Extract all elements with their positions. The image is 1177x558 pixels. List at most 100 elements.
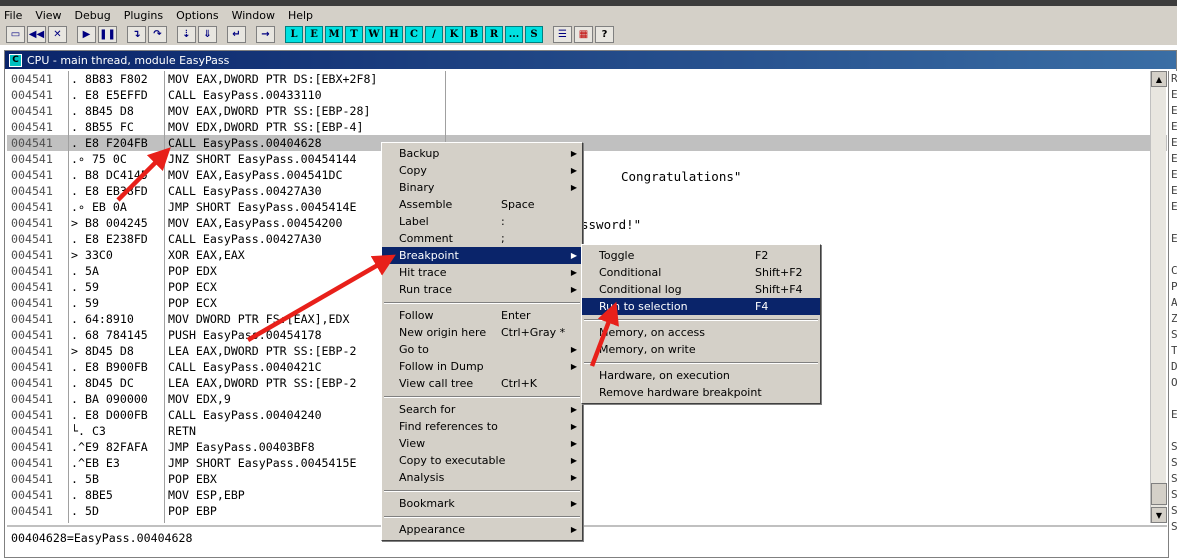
menu-plugins[interactable]: Plugins [124,9,163,22]
help-icon[interactable]: ? [595,25,614,43]
menu-item-conditional[interactable]: Conditional Shift+F2 [582,264,820,281]
references-button[interactable]: R [485,25,503,43]
address: 004541 [11,232,53,246]
menu-item-hardware-on-execution[interactable]: Hardware, on execution [582,367,820,384]
hex-dump: . E8 D000FB [71,408,148,422]
address: 004541 [11,424,53,438]
handles-button[interactable]: H [385,25,403,43]
menu-item-toggle[interactable]: Toggle F2 [582,247,820,264]
disasm-row[interactable]: 004541 . E8 E5EFFD CALL EasyPass.00433110 [7,87,1167,103]
disasm-row[interactable]: 004541. E8 D000FB CALL EasyPass.00404240 [7,407,1167,423]
menu-item-find-references-to[interactable]: Find references to ▶ [382,418,582,435]
disasm-row[interactable]: 004541 .^E9 82FAFA JMP EasyPass.00403BF8 [7,439,1167,455]
menu-item-conditional-log[interactable]: Conditional log Shift+F4 [582,281,820,298]
disasm-row[interactable]: 004541. E8 F204FB CALL EasyPass.00404628 [7,135,1167,151]
menu-item-follow[interactable]: Follow Enter [382,307,582,324]
disasm-row[interactable]: 004541. E8 EB38FD CALL EasyPass.00427A30 [7,183,1167,199]
go-to-icon[interactable]: → [256,25,275,43]
disasm-row[interactable]: 004541. 5D POP EBP [7,503,1167,519]
cpu-button[interactable]: C [405,25,423,43]
menu-options[interactable]: Options [176,9,218,22]
menu-item-go-to[interactable]: Go to ▶ [382,341,582,358]
patches-button[interactable]: / [425,25,443,43]
menu-item-search-for[interactable]: Search for ▶ [382,401,582,418]
trace-over-icon[interactable]: ⇓ [198,25,217,43]
run-trace-button[interactable]: ... [505,25,523,43]
menu-item-follow-in-dump[interactable]: Follow in Dump ▶ [382,358,582,375]
scroll-thumb[interactable] [1151,483,1167,505]
executable-modules-button[interactable]: E [305,25,323,43]
menu-item-bookmark[interactable]: Bookmark ▶ [382,495,582,512]
execute-till-return-icon[interactable]: ↵ [227,25,246,43]
rewind-icon[interactable]: ◀◀ [27,25,46,43]
menu-item-label: New origin here [399,326,487,339]
memory-map-button[interactable]: M [325,25,343,43]
call-stack-button[interactable]: K [445,25,463,43]
register-label: E [1171,184,1177,197]
menu-help[interactable]: Help [288,9,313,22]
menu-item-memory-on-write[interactable]: Memory, on write [582,341,820,358]
menu-item-new-origin-here[interactable]: New origin here Ctrl+Gray * [382,324,582,341]
menu-item-binary[interactable]: Binary ▶ [382,179,582,196]
step-over-icon[interactable]: ↷ [148,25,167,43]
menu-separator [382,512,582,521]
menu-item-assemble[interactable]: Assemble Space [382,196,582,213]
disasm-row[interactable]: 004541 └. C3 RETN [7,423,1167,439]
pause-icon[interactable]: ❚❚ [98,25,117,43]
menu-view[interactable]: View [35,9,61,22]
menu-item-run-to-selection[interactable]: Run to selection F4 [582,298,820,315]
disasm-row[interactable]: 004541 . 8B83 F802 MOV EAX,DWORD PTR DS:[E… [7,71,1167,87]
open-icon[interactable]: ▭ [6,25,25,43]
hex-dump: .∘ 75 0C [71,152,127,166]
source-button[interactable]: S [525,25,543,43]
trace-into-icon[interactable]: ⇣ [177,25,196,43]
menu-item-breakpoint[interactable]: Breakpoint ▶ [382,247,582,264]
run-icon[interactable]: ▶ [77,25,96,43]
threads-button[interactable]: T [345,25,363,43]
windows-button[interactable]: W [365,25,383,43]
registers-pane[interactable]: REEEEEEEEECPAZSTDOESSSSSS [1168,71,1177,558]
close-icon[interactable]: ✕ [48,25,67,43]
menu-window[interactable]: Window [232,9,275,22]
disasm-row[interactable]: 004541 .∘ 75 0C JNZ SHORT EasyPass.0045414… [7,151,1167,167]
menu-item-comment[interactable]: Comment; [382,230,582,247]
disasm-row[interactable]: 004541 .∘ EB 0A JMP SHORT EasyPass.0045414… [7,199,1167,215]
menu-item-run-trace[interactable]: Run trace ▶ [382,281,582,298]
menu-item-memory-on-access[interactable]: Memory, on access [582,324,820,341]
disasm-row[interactable]: 004541 .^EB E3 JMP SHORT EasyPass.0045415E [7,455,1167,471]
address: 004541 [11,472,53,486]
disasm-row[interactable]: 004541. B8 DC4145 MOV EAX,EasyPass.004541… [7,167,1167,183]
step-into-icon[interactable]: ↴ [127,25,146,43]
disassembly-scrollbar[interactable]: ▲ ▼ [1150,71,1167,523]
disasm-row[interactable]: 004541. 5B POP EBX [7,471,1167,487]
list-icon[interactable]: ☰ [553,25,572,43]
scroll-down-icon[interactable]: ▼ [1151,507,1167,523]
scroll-up-icon[interactable]: ▲ [1151,71,1167,87]
disasm-row[interactable]: 004541 . 8B55 FC MOV EDX,DWORD PTR SS:[EBP… [7,119,1167,135]
menu-item-shortcut: F2 [755,249,769,262]
menu-item-view[interactable]: View ▶ [382,435,582,452]
menu-item-analysis[interactable]: Analysis ▶ [382,469,582,486]
menu-item-appearance[interactable]: Appearance ▶ [382,521,582,538]
hex-dump: . 68 784145 [71,328,148,342]
menu-debug[interactable]: Debug [75,9,111,22]
menu-file[interactable]: File [4,9,22,22]
menu-item-backup[interactable]: Backup ▶ [382,145,582,162]
grid-icon[interactable]: ▦ [574,25,593,43]
cpu-window-title-bar[interactable]: C CPU - main thread, module EasyPass [5,51,1176,69]
menu-item-label[interactable]: Label: [382,213,582,230]
disasm-row[interactable]: 004541 . 8B45 D8 MOV EAX,DWORD PTR SS:[EBP… [7,103,1167,119]
menu-item-label: Hardware, on execution [599,369,730,382]
log-window-button[interactable]: L [285,25,303,43]
register-label: S [1171,504,1177,517]
menu-item-copy[interactable]: Copy ▶ [382,162,582,179]
menu-item-copy-to-executable[interactable]: Copy to executable ▶ [382,452,582,469]
menu-item-hit-trace[interactable]: Hit trace ▶ [382,264,582,281]
breakpoints-button[interactable]: B [465,25,483,43]
menu-item-remove-hardware-breakpoint[interactable]: Remove hardware breakpoint [582,384,820,401]
register-label: S [1171,472,1177,485]
menu-item-shortcut: : [501,215,505,228]
address: 004541 [11,248,53,262]
menu-item-view-call-tree[interactable]: View call tree Ctrl+K [382,375,582,392]
disasm-row[interactable]: 004541. 8BE5 MOV ESP,EBP [7,487,1167,503]
